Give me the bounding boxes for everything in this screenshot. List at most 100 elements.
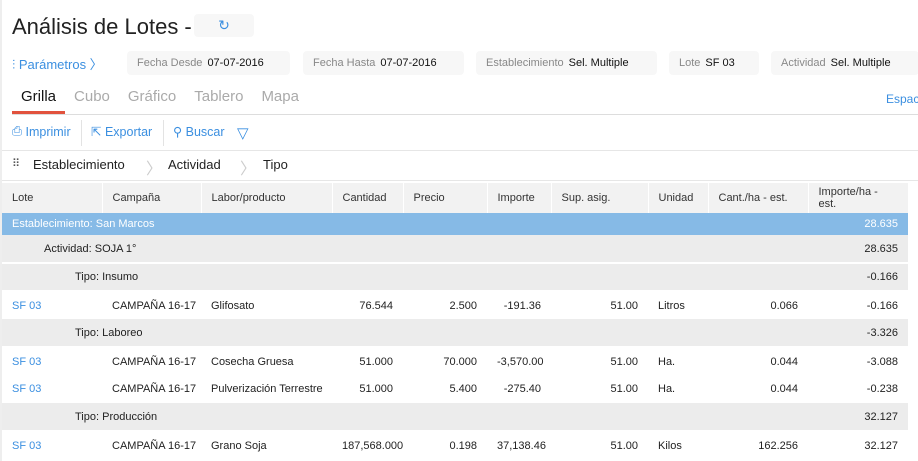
filter-label: Fecha Desde (137, 57, 203, 69)
print-label: Imprimir (25, 124, 71, 139)
cell: -191.36 (503, 299, 541, 312)
cell: Glifosato (211, 299, 255, 312)
table-row[interactable]: SF 03 CAMPAÑA 16-17 Grano Soja 187,568.000 0… (2, 431, 908, 459)
col-campana[interactable]: Campaña (102, 183, 202, 213)
col-unidad[interactable]: Unidad (648, 183, 709, 213)
group-total: 32.127 (808, 403, 908, 432)
sliders-icon: ⫶ (12, 57, 19, 72)
col-cantha[interactable]: Cant./ha - est. (708, 183, 809, 213)
cell: 51.00 (610, 355, 638, 368)
cell: Cosecha Gruesa (211, 355, 294, 368)
search-button[interactable]: ⚲ Buscar (173, 124, 225, 140)
cell: Litros (658, 299, 685, 312)
export-label: Exportar (104, 124, 153, 139)
cell-lote[interactable]: SF 03 (2, 347, 102, 375)
filter-establecimiento[interactable]: Establecimiento Sel. Multiple (476, 51, 657, 75)
cell: -0.166 (866, 299, 898, 312)
cell-lote[interactable]: SF 03 (2, 431, 102, 459)
cell: 32.127 (864, 439, 898, 452)
filter-lote[interactable]: Lote SF 03 (669, 51, 759, 75)
cell: -275.40 (503, 383, 541, 395)
group-row[interactable]: Establecimiento: San Marcos 28.635 (2, 213, 908, 235)
lote-link[interactable]: SF 03 (12, 356, 41, 368)
filter-value: Sel. Multiple (830, 57, 891, 69)
cell: 0.044 (770, 355, 798, 368)
cell: CAMPAÑA 16-17 (112, 383, 197, 395)
export-button[interactable]: ⇱ Exportar (91, 124, 153, 140)
group-total: 28.635 (808, 213, 908, 235)
cell: 51.00 (610, 439, 638, 452)
page-title: Análisis de Lotes - . (12, 14, 204, 39)
col-labor[interactable]: Labor/producto (201, 183, 333, 213)
cell: CAMPAÑA 16-17 (112, 355, 197, 368)
table-row[interactable]: SF 03 CAMPAÑA 16-17 Cosecha Gruesa 51.000 70… (2, 347, 908, 375)
cell: Pulverización Terrestre (211, 383, 323, 395)
table-row[interactable]: SF 03 CAMPAÑA 16-17 Pulverización Terrestr… (2, 375, 908, 403)
tab-mapa[interactable]: Mapa (252, 88, 308, 114)
col-precio[interactable]: Precio (403, 183, 488, 213)
filter-value: SF 03 (705, 57, 735, 69)
search-label: Buscar (185, 124, 225, 139)
col-cantidad[interactable]: Cantidad (332, 183, 404, 213)
group-label: Establecimiento: San Marcos (2, 213, 808, 235)
lote-link[interactable]: SF 03 (12, 383, 41, 395)
espacio-link[interactable]: Espacio (886, 92, 918, 106)
group-row[interactable]: Tipo: Laboreo -3.326 (2, 319, 908, 348)
col-importe[interactable]: Importe (487, 183, 552, 213)
cell: 0.066 (770, 299, 798, 312)
group-row[interactable]: Tipo: Insumo -0.166 (2, 263, 908, 292)
chevron-right-icon: 〉 (240, 161, 257, 178)
view-tabs: Grilla Cubo Gráfico Tablero Mapa (12, 88, 308, 114)
cell: 0.198 (449, 439, 477, 452)
printer-icon: ⎙ (12, 124, 26, 138)
tab-tablero[interactable]: Tablero (185, 88, 252, 114)
divider (2, 180, 918, 181)
cell: 51.00 (610, 383, 638, 395)
tab-grilla[interactable]: Grilla (12, 88, 66, 114)
lote-link[interactable]: SF 03 (12, 300, 41, 312)
filter-icon[interactable]: ▽ (237, 124, 249, 142)
groupby-actividad[interactable]: Actividad (168, 157, 221, 172)
filter-actividad[interactable]: Actividad Sel. Multiple (771, 51, 918, 75)
filter-value: Sel. Multiple (568, 57, 629, 69)
cell: CAMPAÑA 16-17 (112, 439, 197, 452)
table-row[interactable]: SF 03 CAMPAÑA 16-17 Glifosato 76.544 2.500 -1… (2, 291, 908, 319)
cell: -0.238 (866, 383, 898, 395)
cell: Grano Soja (211, 439, 267, 452)
tab-cubo[interactable]: Cubo (65, 88, 119, 114)
filter-label: Lote (679, 57, 701, 69)
cell: 162.256 (758, 439, 798, 452)
group-label: Tipo: Laboreo (2, 319, 808, 348)
cell: 51.000 (359, 383, 393, 395)
cell: Ha. (658, 355, 676, 368)
print-button[interactable]: ⎙ Imprimir (12, 124, 71, 139)
search-icon: ⚲ (173, 125, 186, 139)
refresh-button[interactable]: ↻ (194, 14, 254, 37)
cell: 5.400 (449, 383, 477, 395)
divider (163, 120, 164, 146)
header-row: Lote Campaña Labor/producto Cantidad Pre… (2, 183, 909, 213)
group-row[interactable]: Tipo: Producción 32.127 (2, 403, 908, 432)
group-total: -0.166 (808, 263, 908, 292)
group-total: 28.635 (808, 235, 908, 264)
filter-fecha-hasta[interactable]: Fecha Hasta 07-07-2016 (303, 51, 464, 75)
cell: 70.000 (443, 355, 477, 368)
cell: -3,570.00 (497, 355, 544, 368)
groupby-tipo[interactable]: Tipo (263, 157, 288, 172)
group-label: Tipo: Insumo (2, 263, 808, 292)
cell: 51.000 (359, 355, 393, 368)
cell-lote[interactable]: SF 03 (2, 291, 102, 319)
cell: -3.088 (866, 355, 898, 368)
col-lote[interactable]: Lote (2, 183, 103, 213)
col-importeha[interactable]: Importe/ha - est. (808, 183, 909, 213)
col-sup[interactable]: Sup. asig. (551, 183, 649, 213)
cell-lote[interactable]: SF 03 (2, 375, 102, 403)
filter-fecha-desde[interactable]: Fecha Desde 07-07-2016 (127, 51, 290, 75)
cell: 0.044 (770, 383, 798, 395)
parameters-toggle[interactable]: ⫶ Parámetros 〉 (12, 54, 103, 73)
tab-grafico[interactable]: Gráfico (119, 88, 185, 114)
lote-link[interactable]: SF 03 (12, 440, 41, 452)
cell: CAMPAÑA 16-17 (112, 299, 197, 312)
groupby-establecimiento[interactable]: Establecimiento (33, 157, 125, 172)
group-row[interactable]: Actividad: SOJA 1° 28.635 (2, 235, 908, 264)
